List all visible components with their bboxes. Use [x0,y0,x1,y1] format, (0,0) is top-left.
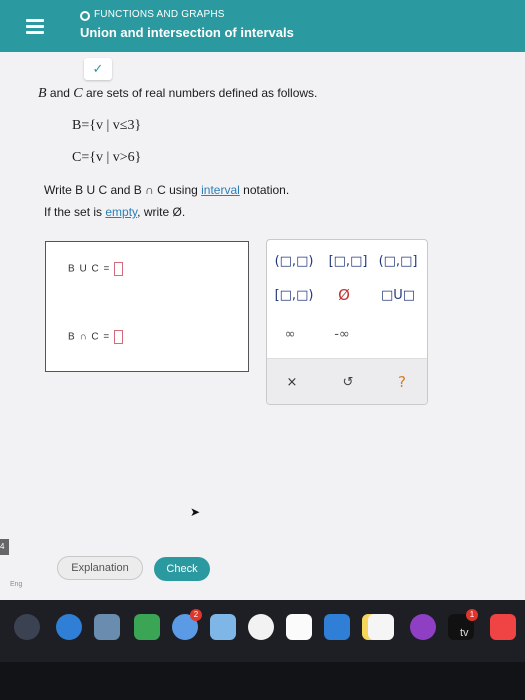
interval-link[interactable]: interval [201,183,240,197]
instruction-line: Write B U C and B ∩ C using interval not… [44,183,289,197]
topic-label: FUNCTIONS AND GRAPHS [94,9,225,20]
closed-open-interval-key[interactable]: [□,□) [271,284,317,306]
messages-icon[interactable]: 2 [172,609,202,640]
keypad-footer: × ↺ ? [267,358,427,404]
photos-icon[interactable] [248,614,274,640]
page-title: Union and intersection of intervals [80,25,294,40]
math-keypad: (□,□) [□,□] (□,□] [□,□) Ø □U□ ∞ -∞ × ↺ ? [266,239,428,405]
negative-infinity-key[interactable]: -∞ [319,323,365,345]
answer-box: B U C = B ∩ C = [45,241,249,372]
itunes-icon[interactable] [368,614,394,640]
appletv-label: tv [460,627,469,639]
mouse-cursor-icon: ➤ [190,505,201,519]
empty-text: If the set is [44,205,106,219]
intro-text: are sets of real numbers defined as foll… [82,86,318,100]
topic-circle-icon [80,11,90,21]
intro-set-c: C [73,86,83,101]
instruction-text-end: notation. [239,183,290,197]
empty-link[interactable]: empty [105,205,137,219]
notes-icon[interactable] [324,614,350,640]
launchpad-icon[interactable] [14,614,40,640]
undo-icon[interactable]: ↺ [325,371,371,393]
intro-and: and [46,86,74,100]
union-label: B U C = [68,263,111,275]
clear-icon[interactable]: × [269,371,315,393]
header-bar: FUNCTIONS AND GRAPHS Union and intersect… [0,0,525,52]
empty-text-end: , write Ø. [137,205,186,219]
safari-icon[interactable] [56,614,82,640]
news-icon[interactable] [490,614,516,640]
instruction-text: Write B U C and B ∩ C using [44,183,202,197]
union-answer-input[interactable] [114,262,124,276]
hamburger-menu-icon[interactable] [22,14,48,40]
union-answer-row: B U C = [68,262,124,276]
question-intro: B and C are sets of real numbers defined… [38,86,317,102]
messages-badge: 2 [190,609,202,621]
reminders-icon[interactable] [286,614,312,640]
open-closed-interval-key[interactable]: (□,□] [375,250,421,272]
intersection-answer-input[interactable] [114,330,124,344]
empty-set-key[interactable]: Ø [321,284,367,306]
question-panel: ✓ B and C are sets of real numbers defin… [0,52,525,600]
mail-icon[interactable] [94,614,120,640]
open-interval-key[interactable]: (□,□) [271,250,317,272]
check-button[interactable]: Check [154,557,210,581]
app-screen: FUNCTIONS AND GRAPHS Union and intersect… [0,0,525,600]
set-c-definition: C={v | v>6} [72,150,142,165]
maps-icon[interactable] [210,614,236,640]
appletv-badge: 1 [466,609,478,621]
closed-interval-key[interactable]: [□,□] [325,250,371,272]
facetime-icon[interactable] [134,614,160,640]
podcasts-icon[interactable] [410,614,436,640]
set-b-definition: B={v | v≤3} [72,118,142,133]
intro-set-b: B [38,86,47,101]
side-tab[interactable]: 4 [0,539,9,555]
macos-dock: 2 1 [0,600,525,662]
intersection-label: B ∩ C = [68,331,111,343]
empty-instruction-line: If the set is empty, write Ø. [44,205,185,219]
help-icon[interactable]: ? [379,371,425,393]
language-label[interactable]: Eng [10,581,22,588]
collapse-chevron-icon[interactable]: ✓ [84,58,112,80]
infinity-key[interactable]: ∞ [267,323,313,345]
union-key[interactable]: □U□ [375,284,421,306]
explanation-button[interactable]: Explanation [57,556,143,580]
intersection-answer-row: B ∩ C = [68,330,124,344]
